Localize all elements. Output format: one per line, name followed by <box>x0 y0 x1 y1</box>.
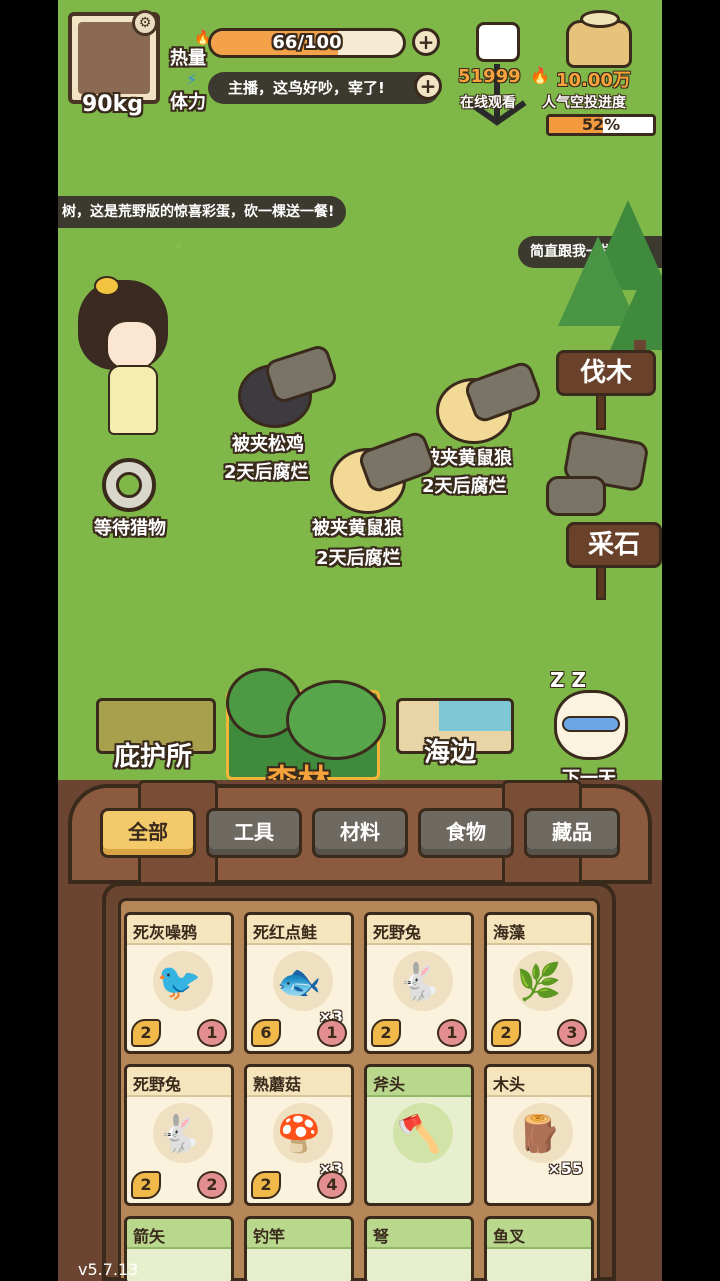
version-label: v5.7.13 <box>78 1260 139 1279</box>
stamina-ticker: 主播，这鸟好吵，宰了! <box>208 72 440 104</box>
catch-rot-timer: 2天后腐烂 <box>224 462 309 483</box>
forest-bush <box>286 680 386 760</box>
item-icon: 🐇 <box>396 962 442 1003</box>
popularity-label: 人气空投进度 <box>542 95 626 111</box>
item-icon: 🍄 <box>276 1114 322 1155</box>
inventory-card[interactable]: 海藻 🌿 2 3 <box>484 912 594 1054</box>
item-name: 死红点鲑 <box>253 923 318 942</box>
item-name: 木头 <box>493 1075 526 1094</box>
game-screen: ⚙ 90kg 热量 体力 🔥 ⚡ 66/100 + 主播，这鸟好吵，宰了! + … <box>58 0 662 1281</box>
beach-water <box>439 701 511 731</box>
item-freshness-badge: 1 <box>197 1019 227 1047</box>
catch-name: 被夹松鸡 <box>232 434 304 455</box>
airdrop-gift-lid <box>580 10 620 28</box>
item-freshness-badge: 1 <box>317 1019 347 1047</box>
trap-status: 等待猎物 <box>94 518 166 539</box>
bear-trap-center <box>116 472 142 498</box>
item-name: 死野兔 <box>373 923 422 942</box>
settings-gear-icon[interactable]: ⚙ <box>132 10 158 36</box>
chat-bubble: 树，这是荒野版的惊喜彩蛋，砍一棵送一餐! <box>58 196 347 228</box>
item-calorie-badge: 2 <box>131 1019 161 1047</box>
inventory-card[interactable]: 死红点鲑 🐟 ×3 6 1 <box>244 912 354 1054</box>
item-icon: 🪓 <box>396 1114 442 1155</box>
tab-materials[interactable]: 材料 <box>312 808 408 858</box>
inventory-card[interactable]: 斧头 🪓 <box>364 1064 474 1206</box>
item-name: 死灰噪鸦 <box>133 923 198 942</box>
item-icon: 🪵 <box>516 1114 562 1155</box>
tab-collectibles[interactable]: 藏品 <box>524 808 620 858</box>
item-icon: 🌿 <box>516 962 562 1003</box>
add-heat-button[interactable]: + <box>412 28 440 56</box>
viewer-count: 51999 <box>458 66 521 87</box>
hair-bow <box>94 276 120 296</box>
camera-phone-icon[interactable] <box>476 22 520 62</box>
item-calorie-badge: 2 <box>131 1171 161 1199</box>
shelter-label: 庇护所 <box>114 742 193 772</box>
add-stamina-button[interactable]: + <box>414 72 442 100</box>
item-freshness-badge: 1 <box>437 1019 467 1047</box>
catch-rot-timer: 2天后腐烂 <box>422 476 507 497</box>
inventory-card[interactable]: 钓竿 <box>244 1216 354 1281</box>
chop-wood-sign[interactable]: 伐木 <box>556 350 656 396</box>
item-freshness-badge: 4 <box>317 1171 347 1199</box>
item-quantity: ×55 <box>547 1159 583 1178</box>
inventory-card[interactable]: 死野兔 🐇 2 2 <box>124 1064 234 1206</box>
sleep-zzz-icon: Z Z <box>550 668 586 692</box>
inventory-card[interactable]: 箭矢 <box>124 1216 234 1281</box>
item-name: 箭矢 <box>133 1227 166 1246</box>
inventory-card[interactable]: 熟蘑菇 🍄 ×3 2 4 <box>244 1064 354 1206</box>
heat-bar: 66/100 <box>208 28 406 58</box>
stamina-label: 体力 <box>170 92 206 113</box>
catch-name: 被夹黄鼠狼 <box>312 518 402 539</box>
stone-rock <box>546 476 606 516</box>
item-name: 钓竿 <box>253 1227 286 1246</box>
beach-label: 海边 <box>424 738 477 768</box>
tab-food[interactable]: 食物 <box>418 808 514 858</box>
mine-stone-sign[interactable]: 采石 <box>566 522 662 568</box>
tab-all[interactable]: 全部 <box>100 808 196 858</box>
item-name: 死野兔 <box>133 1075 182 1094</box>
item-calorie-badge: 2 <box>371 1019 401 1047</box>
sleep-mask-icon <box>562 716 620 732</box>
item-icon: 🐦 <box>156 962 202 1003</box>
inventory-card[interactable]: 鱼叉 <box>484 1216 594 1281</box>
item-calorie-badge: 2 <box>491 1019 521 1047</box>
item-name: 斧头 <box>373 1075 406 1094</box>
item-name: 熟蘑菇 <box>253 1075 302 1094</box>
catch-rot-timer: 2天后腐烂 <box>316 548 401 569</box>
player-character-body[interactable] <box>108 365 158 435</box>
tab-tools[interactable]: 工具 <box>206 808 302 858</box>
item-name: 弩 <box>373 1227 390 1246</box>
catch-name: 被夹黄鼠狼 <box>422 448 512 469</box>
item-freshness-badge: 3 <box>557 1019 587 1047</box>
viewers-label: 在线观看 <box>460 95 516 111</box>
airdrop-progress-bar: 52% <box>546 114 656 136</box>
popularity-value: 10.00万 <box>556 70 631 91</box>
heat-label: 热量 <box>170 48 206 69</box>
sign-post <box>596 390 606 430</box>
inventory-card[interactable]: 死灰噪鸦 🐦 2 1 <box>124 912 234 1054</box>
item-name: 海藻 <box>493 923 526 942</box>
inventory-card[interactable]: 弩 <box>364 1216 474 1281</box>
popularity-fire-icon: 🔥 <box>530 66 550 85</box>
item-freshness-badge: 2 <box>197 1171 227 1199</box>
heat-value: 66/100 <box>272 32 342 53</box>
inventory-card[interactable]: 木头 🪵 ×55 <box>484 1064 594 1206</box>
item-calorie-badge: 2 <box>251 1171 281 1199</box>
item-icon: 🐇 <box>156 1114 202 1155</box>
inventory-card[interactable]: 死野兔 🐇 2 1 <box>364 912 474 1054</box>
item-calorie-badge: 6 <box>251 1019 281 1047</box>
player-character-face[interactable] <box>106 320 158 370</box>
item-icon: 🐟 <box>276 962 322 1003</box>
stamina-bolt-icon: ⚡ <box>186 70 198 89</box>
pine-tree <box>610 260 662 350</box>
item-name: 鱼叉 <box>493 1227 526 1246</box>
player-weight: 90kg <box>82 92 143 117</box>
airdrop-progress-text: 52% <box>581 115 621 134</box>
